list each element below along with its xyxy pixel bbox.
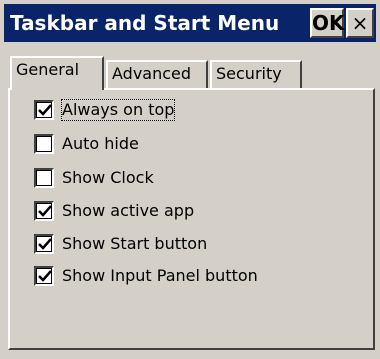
show-active-app-checkbox[interactable] xyxy=(34,201,54,221)
option-always-on-top[interactable]: Always on top xyxy=(34,98,176,122)
show-input-panel-button-label: Show Input Panel button xyxy=(62,266,258,285)
show-clock-label: Show Clock xyxy=(62,168,154,187)
show-start-button-checkbox[interactable] xyxy=(34,234,54,254)
show-start-button-label: Show Start button xyxy=(62,234,208,253)
close-button[interactable]: × xyxy=(346,8,374,38)
option-show-start-button[interactable]: Show Start button xyxy=(34,232,207,256)
show-input-panel-button-checkbox[interactable] xyxy=(34,266,54,286)
option-show-active-app[interactable]: Show active app xyxy=(34,199,194,223)
always-on-top-checkbox[interactable] xyxy=(34,100,54,120)
auto-hide-checkbox[interactable] xyxy=(34,134,54,154)
show-clock-checkbox[interactable] xyxy=(34,168,54,188)
auto-hide-label: Auto hide xyxy=(62,134,139,153)
settings-window: Taskbar and Start Menu OK × General Adva… xyxy=(0,0,380,359)
tab-general[interactable]: General xyxy=(10,56,104,90)
ok-button[interactable]: OK xyxy=(310,8,345,38)
option-show-clock[interactable]: Show Clock xyxy=(34,166,154,190)
title-bar: Taskbar and Start Menu OK × xyxy=(4,4,376,42)
option-show-input-panel-button[interactable]: Show Input Panel button xyxy=(34,264,258,288)
tab-advanced[interactable]: Advanced xyxy=(106,60,208,88)
checkmark-icon xyxy=(38,104,52,116)
option-auto-hide[interactable]: Auto hide xyxy=(34,132,139,156)
checkmark-icon xyxy=(38,205,52,217)
checkmark-icon xyxy=(38,270,52,282)
always-on-top-label: Always on top xyxy=(60,99,176,121)
show-active-app-label: Show active app xyxy=(62,201,195,220)
tab-security[interactable]: Security xyxy=(210,60,302,88)
checkmark-icon xyxy=(38,238,52,250)
window-title: Taskbar and Start Menu xyxy=(10,11,280,35)
